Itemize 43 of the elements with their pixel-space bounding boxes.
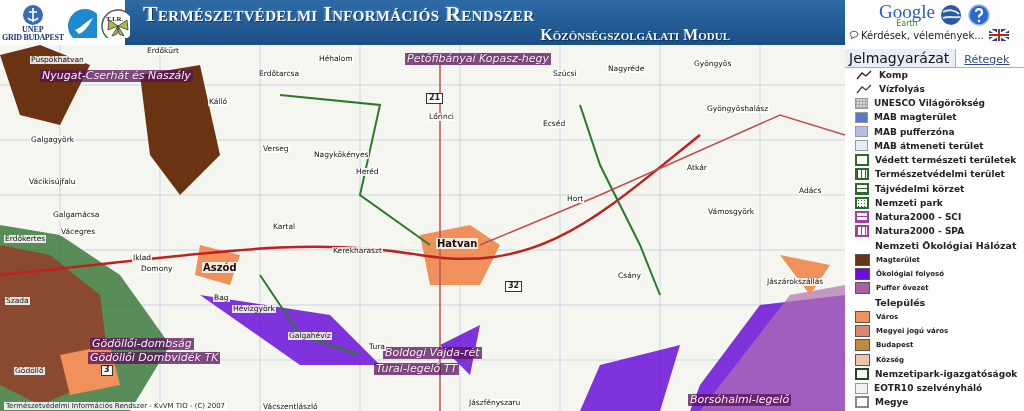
area-label: Turai-legelő TT bbox=[374, 363, 460, 376]
legend-label: MAB átmeneti terület bbox=[874, 140, 984, 151]
legend-tab[interactable]: Jelmagyarázat bbox=[845, 49, 957, 67]
legend-label: Megye bbox=[875, 397, 909, 408]
app-title: Természetvédelmi Információs Rendszer bbox=[143, 2, 536, 26]
legend-label: UNESCO Világörökség bbox=[874, 98, 986, 108]
legend-tab[interactable]: Rétegek bbox=[956, 53, 1013, 67]
legend-label: Nemzetipark-igazgatóságok bbox=[875, 368, 1018, 379]
legend-label: Komp bbox=[879, 69, 908, 80]
help-icon[interactable] bbox=[966, 3, 991, 27]
feedback-link[interactable]: Kérdések, vélemények... bbox=[861, 29, 984, 41]
bird-emblem-icon bbox=[66, 7, 97, 38]
legend-label: Vízfolyás bbox=[879, 83, 925, 94]
area-label: Petőfibányai Kopasz-hegy bbox=[405, 53, 552, 66]
road-number: 32 bbox=[505, 281, 523, 292]
legend-label: Természetvédelmi terület bbox=[875, 169, 1005, 180]
area-label: Boldogi Vajda-rét bbox=[383, 347, 482, 360]
logo-caption: UNEP bbox=[21, 25, 44, 34]
legend-label: Natura2000 - SPA bbox=[875, 226, 965, 237]
flag-icon[interactable] bbox=[988, 29, 1009, 41]
legend-label: MAB magterület bbox=[874, 112, 957, 123]
map-drawing[interactable] bbox=[0, 45, 845, 411]
legend-label: Védett természeti területek bbox=[875, 155, 1017, 165]
logo-caption: GRID BUDAPEST bbox=[2, 33, 64, 42]
app-subtitle: Közönségszolgálati Modul bbox=[540, 26, 730, 43]
speech-bubble-icon bbox=[849, 30, 859, 40]
area-label: Gödöllői-dombság bbox=[90, 338, 194, 351]
google-earth-logo[interactable]: Google Earth bbox=[849, 2, 935, 28]
legend-heading: Nemzeti Ökológiai Hálózat bbox=[875, 240, 1017, 251]
area-label: Borsóhalmi-legelő bbox=[688, 394, 792, 407]
road-number: 3 bbox=[101, 365, 113, 376]
legend-label: Tájvédelmi körzet bbox=[875, 183, 965, 194]
area-label: Gödöllői Dombvidék TK bbox=[88, 352, 221, 365]
town-label: Aszód bbox=[202, 262, 238, 273]
area-label: Nyugat-Cserhát és Naszály bbox=[40, 70, 193, 83]
town-label: Hatvan bbox=[436, 238, 479, 249]
legend-label: MAB pufferzóna bbox=[874, 126, 955, 137]
globe-icon[interactable] bbox=[938, 3, 963, 27]
legend-heading: Település bbox=[875, 297, 926, 308]
legend-label: EOTR10 szelvényháló bbox=[874, 383, 983, 393]
road-number: 21 bbox=[426, 93, 444, 104]
legend-label: Nemzeti park bbox=[875, 197, 943, 208]
legend-label: Natura2000 - SCI bbox=[875, 212, 962, 222]
